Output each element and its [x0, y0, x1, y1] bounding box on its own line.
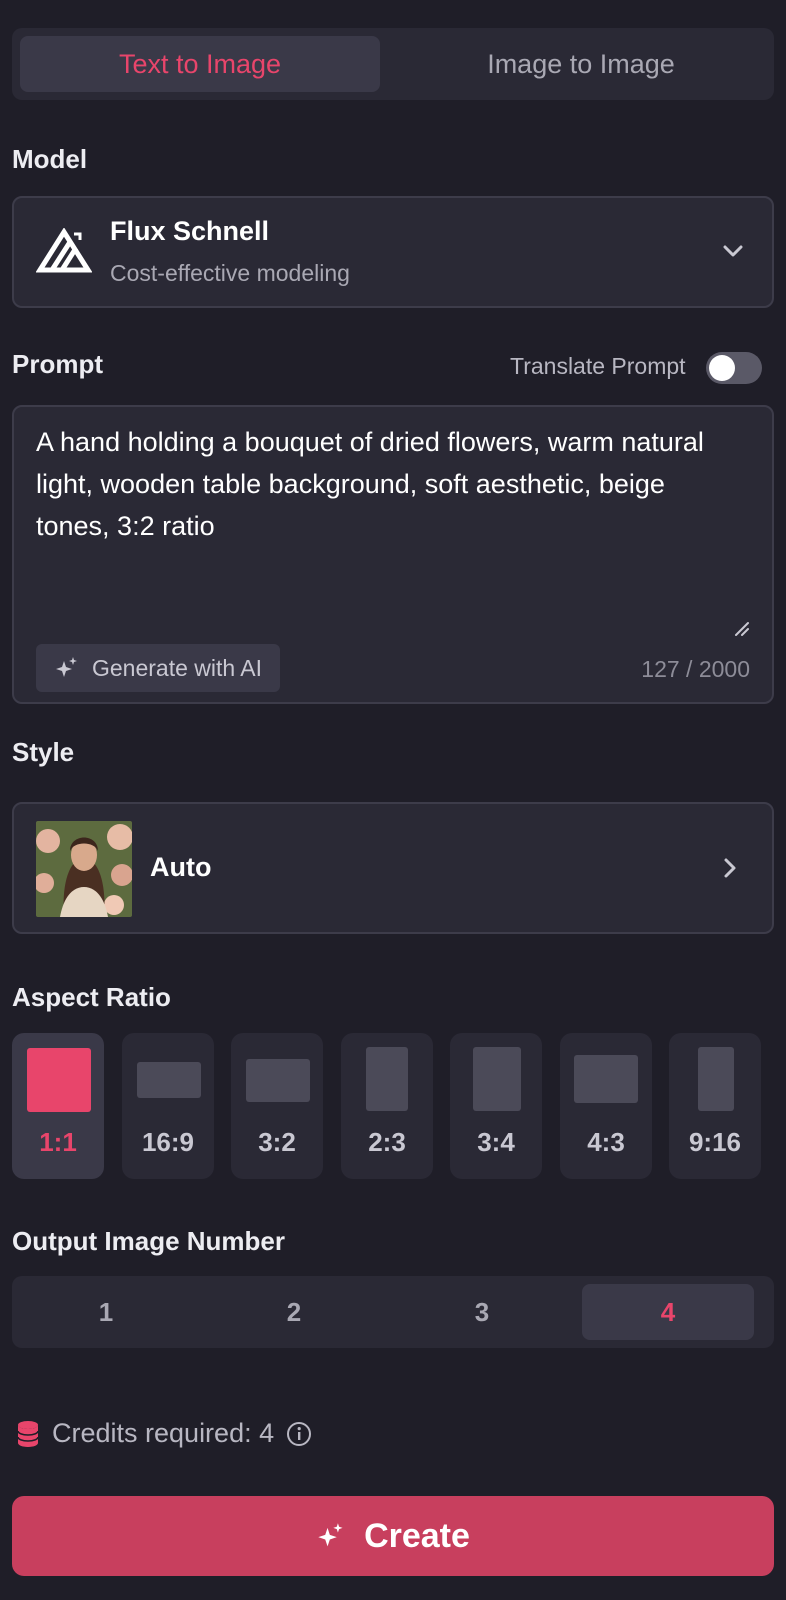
create-button-label: Create — [364, 1516, 470, 1555]
ratio-shape — [27, 1048, 91, 1112]
sparkles-icon — [318, 1523, 343, 1547]
ratio-shape — [473, 1047, 521, 1111]
ratio-label: 2:3 — [368, 1127, 406, 1157]
ratio-option-2-3[interactable]: 2:3 — [341, 1033, 433, 1179]
aspect-ratio-section-label: Aspect Ratio — [12, 982, 171, 1012]
model-select[interactable]: Flux Schnell Cost-effective modeling — [12, 196, 774, 308]
tab-text-to-image[interactable]: Text to Image — [20, 36, 380, 92]
style-value: Auto — [150, 852, 212, 882]
generate-with-ai-label: Generate with AI — [92, 654, 263, 681]
tab-image-to-image[interactable]: Image to Image — [396, 36, 766, 92]
output-number-option-2[interactable]: 2 — [208, 1284, 380, 1340]
ratio-label: 9:16 — [688, 1127, 742, 1157]
model-section-label: Model — [12, 144, 88, 174]
toggle-knob — [709, 355, 735, 381]
model-description: Cost-effective modeling — [110, 260, 350, 286]
ratio-label: 4:3 — [587, 1127, 625, 1157]
ratio-shape — [137, 1062, 201, 1098]
prompt-textarea[interactable]: A hand holding a bouquet of dried flower… — [12, 405, 774, 704]
translate-prompt-label: Translate Prompt — [510, 353, 686, 379]
ratio-option-16-9[interactable]: 16:9 — [122, 1033, 214, 1179]
ratio-option-4-3[interactable]: 4:3 — [560, 1033, 652, 1179]
translate-prompt-toggle[interactable] — [706, 352, 762, 384]
database-icon — [17, 1420, 39, 1447]
generate-with-ai-button[interactable]: Generate with AI — [36, 644, 281, 692]
output-number-option-1[interactable]: 1 — [20, 1284, 192, 1340]
ratio-label: 3:4 — [477, 1127, 515, 1157]
output-number-selector: 1 2 3 4 — [12, 1276, 774, 1348]
credits-info: Credits required: 4 — [16, 1418, 312, 1449]
ratio-option-3-4[interactable]: 3:4 — [450, 1033, 542, 1179]
model-logo-icon — [36, 228, 92, 273]
ratio-shape — [574, 1055, 638, 1103]
style-select[interactable]: Auto — [12, 802, 774, 934]
prompt-section-label: Prompt — [12, 349, 103, 379]
style-thumbnail — [36, 821, 132, 917]
ratio-shape — [698, 1047, 734, 1111]
mode-tabs: Text to Image Image to Image — [12, 28, 774, 100]
style-section-label: Style — [12, 737, 75, 767]
create-button[interactable]: Create — [12, 1496, 774, 1576]
output-number-option-4[interactable]: 4 — [582, 1284, 754, 1340]
output-number-section-label: Output Image Number — [12, 1226, 286, 1256]
credits-required-text: Credits required: 4 — [52, 1418, 275, 1448]
ratio-label: 3:2 — [258, 1127, 296, 1157]
chevron-right-icon — [724, 858, 736, 878]
chevron-down-icon — [723, 245, 743, 257]
char-count: 127 / 2000 — [641, 656, 750, 682]
model-name: Flux Schnell — [110, 216, 270, 246]
output-number-option-3[interactable]: 3 — [396, 1284, 568, 1340]
prompt-text: A hand holding a bouquet of dried flower… — [36, 427, 704, 541]
ratio-label: 16:9 — [141, 1127, 195, 1157]
ratio-option-9-16[interactable]: 9:16 — [669, 1033, 761, 1179]
ratio-option-1-1[interactable]: 1:1 — [12, 1033, 104, 1179]
ratio-option-3-2[interactable]: 3:2 — [231, 1033, 323, 1179]
info-icon[interactable] — [286, 1421, 312, 1447]
ratio-shape — [366, 1047, 408, 1111]
ratio-shape — [246, 1059, 310, 1102]
resize-handle-icon[interactable] — [732, 619, 750, 637]
sparkles-icon — [56, 657, 77, 677]
ratio-label: 1:1 — [39, 1127, 77, 1157]
